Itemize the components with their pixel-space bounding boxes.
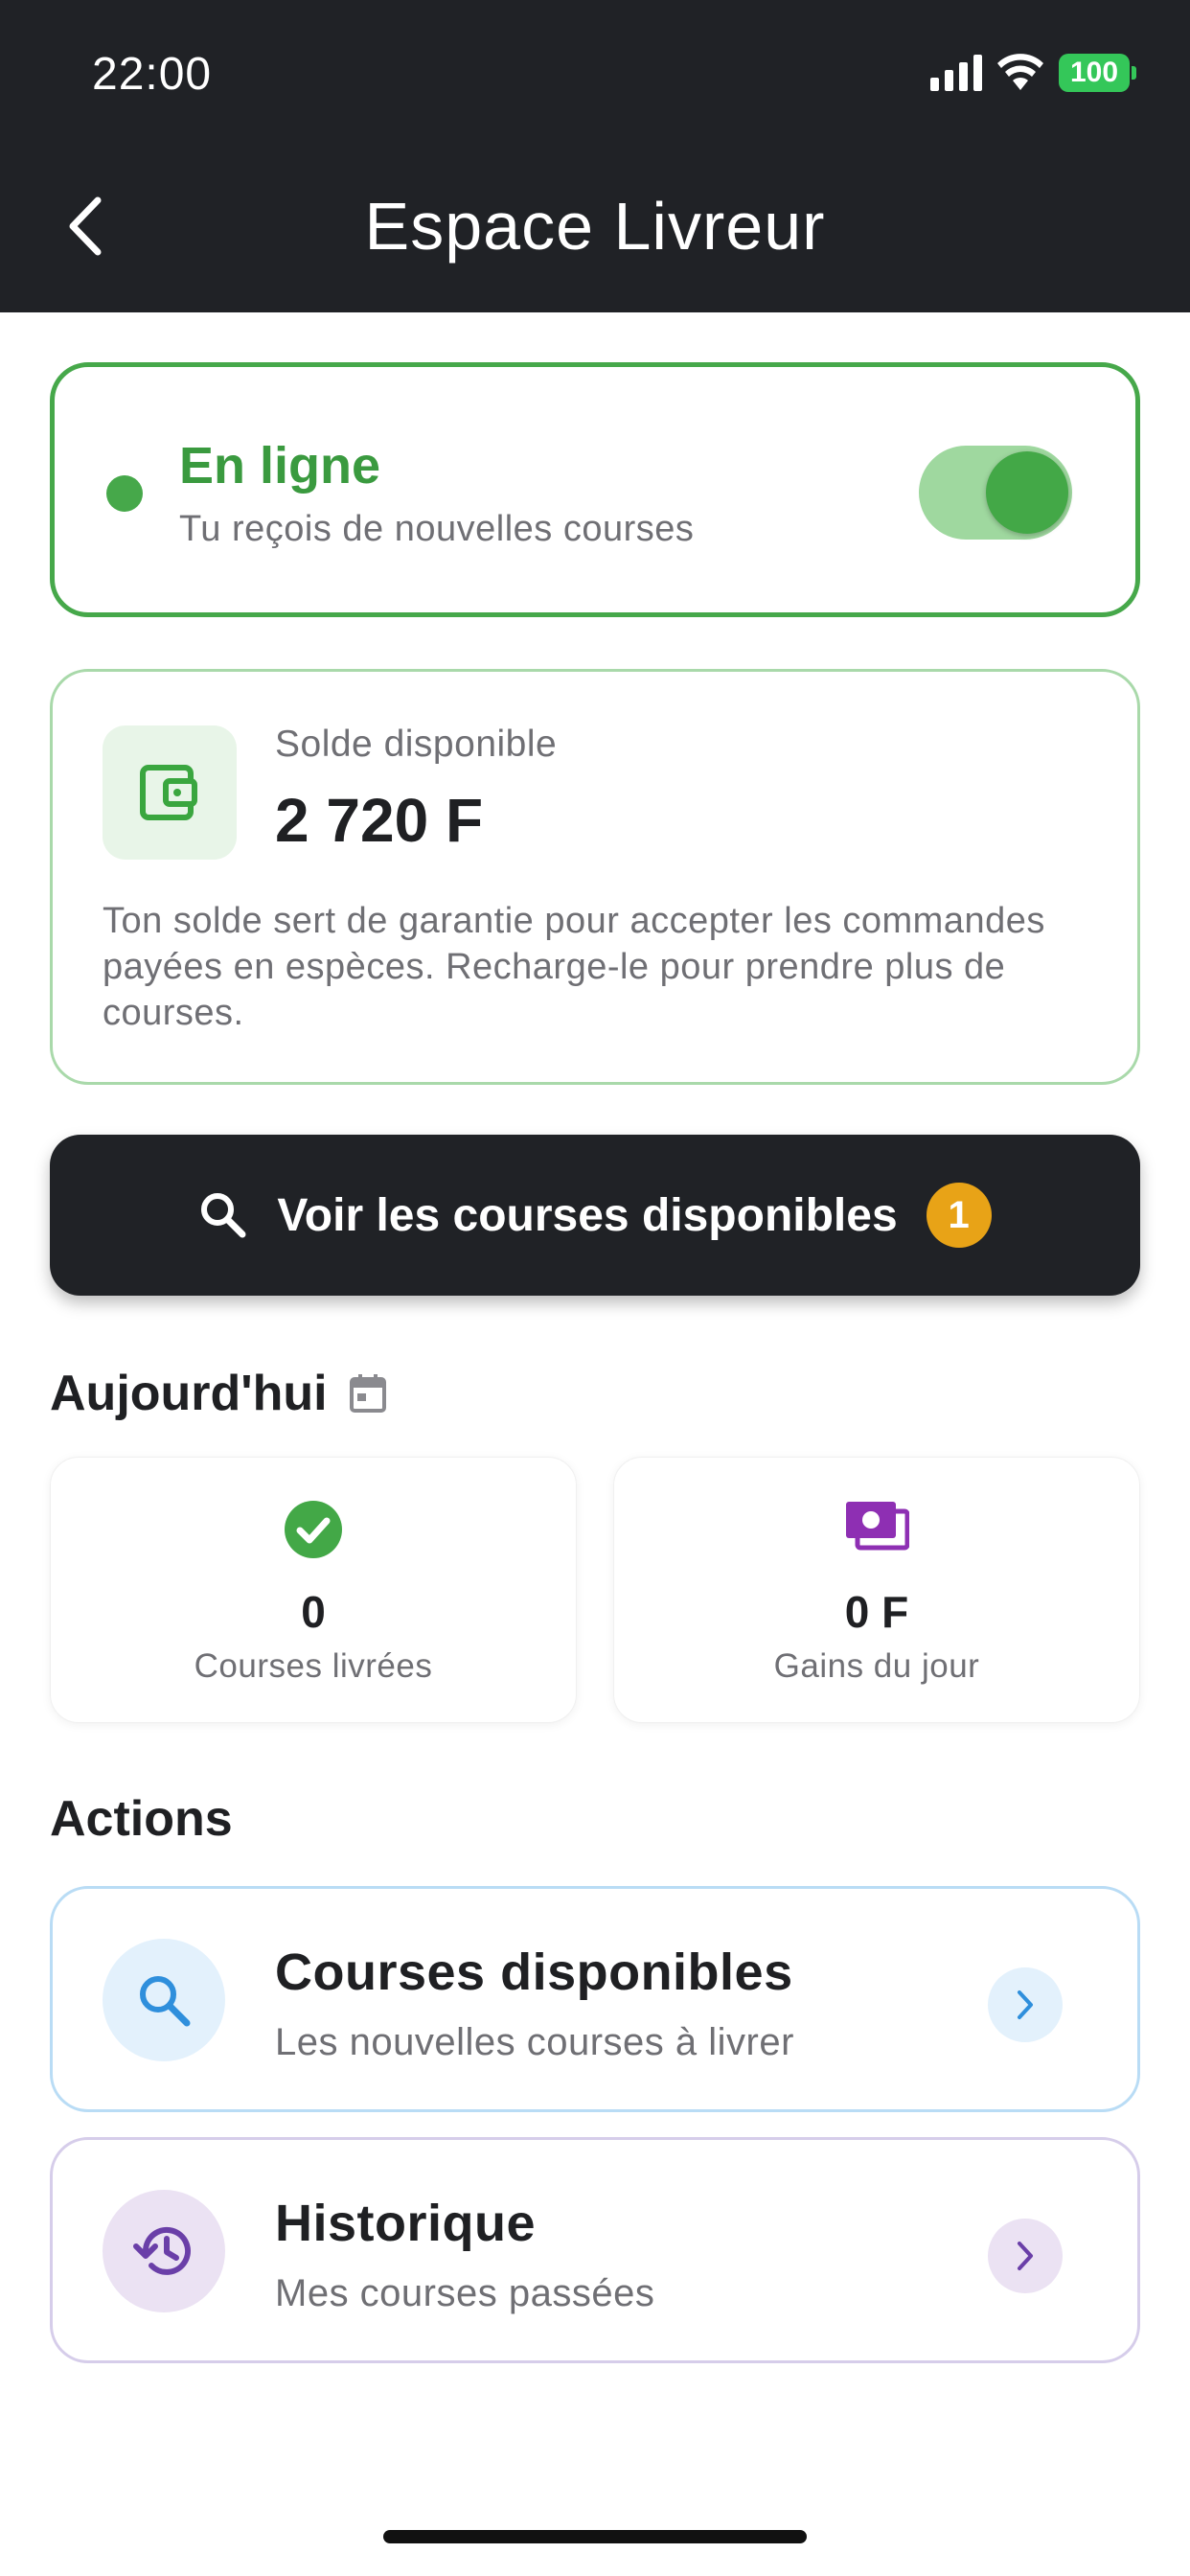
history-action[interactable]: Historique Mes courses passées [50, 2137, 1140, 2363]
page-title: Espace Livreur [364, 189, 826, 264]
available-courses-action-subtitle: Les nouvelles courses à livrer [275, 2021, 794, 2063]
history-icon [133, 2226, 191, 2275]
available-courses-badge: 1 [926, 1183, 992, 1248]
action-icon-wrapper [103, 1939, 225, 2061]
view-available-courses-label: Voir les courses disponibles [277, 1189, 898, 1241]
battery-icon: 100 [1059, 54, 1136, 92]
signal-icon [930, 55, 982, 91]
available-courses-action[interactable]: Courses disponibles Les nouvelles course… [50, 1886, 1140, 2112]
search-icon [140, 1976, 191, 2027]
chevron-right-icon [988, 1967, 1063, 2042]
search-icon [201, 1193, 246, 1238]
online-status-card: En ligne Tu reçois de nouvelles courses [50, 362, 1140, 617]
online-toggle[interactable] [919, 446, 1072, 540]
toggle-knob [986, 451, 1068, 534]
daily-earnings-value: 0 F [844, 1587, 909, 1637]
history-action-title: Historique [275, 2195, 537, 2252]
check-circle-icon [285, 1501, 342, 1558]
delivered-courses-stat: 0 Courses livrées [50, 1457, 577, 1723]
balance-card: Solde disponible 2 720 F Ton solde sert … [50, 669, 1140, 1085]
online-status-subtitle: Tu reçois de nouvelles courses [179, 509, 695, 549]
home-indicator[interactable] [383, 2530, 807, 2543]
status-icons: 100 [930, 54, 1136, 92]
today-section-title: Aujourd'hui [50, 1365, 387, 1422]
actions-section-title: Actions [50, 1791, 233, 1847]
view-available-courses-button[interactable]: Voir les courses disponibles 1 [50, 1135, 1140, 1296]
online-indicator-dot [106, 475, 143, 512]
battery-level: 100 [1059, 54, 1130, 92]
delivered-courses-value: 0 [301, 1587, 326, 1637]
balance-amount: 2 720 F [275, 786, 484, 855]
calendar-icon [349, 1374, 386, 1413]
balance-label: Solde disponible [275, 724, 558, 765]
status-time: 22:00 [92, 49, 213, 100]
balance-description: Ton solde sert de garantie pour accepter… [103, 901, 1045, 1033]
delivered-courses-label: Courses livrées [194, 1647, 433, 1685]
action-icon-wrapper [103, 2190, 225, 2312]
today-title-text: Aujourd'hui [50, 1366, 328, 1421]
top-bar: 22:00 100 Espace Livreur [0, 0, 1190, 312]
daily-earnings-stat: 0 F Gains du jour [613, 1457, 1140, 1723]
wifi-icon [997, 54, 1043, 90]
cash-icon [846, 1502, 909, 1551]
daily-earnings-label: Gains du jour [773, 1647, 980, 1685]
available-courses-action-title: Courses disponibles [275, 1944, 793, 2001]
history-action-subtitle: Mes courses passées [275, 2272, 655, 2314]
online-status-title: En ligne [179, 437, 381, 494]
wallet-icon [103, 725, 237, 860]
chevron-right-icon [988, 2219, 1063, 2293]
